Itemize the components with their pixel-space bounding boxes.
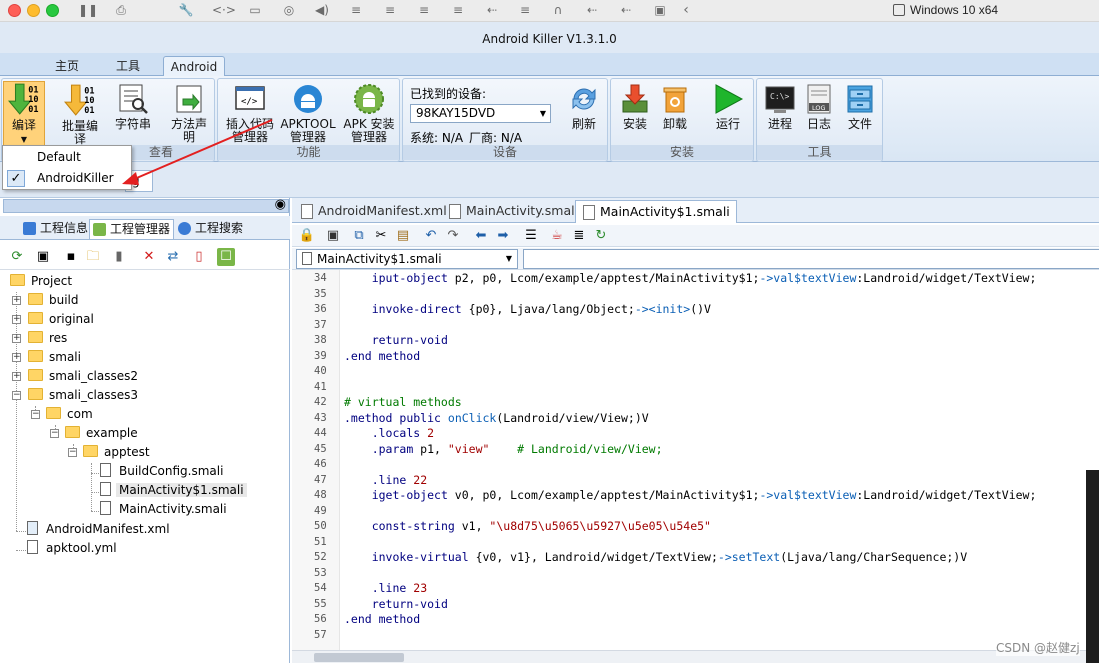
annotation-arrow <box>122 119 273 185</box>
